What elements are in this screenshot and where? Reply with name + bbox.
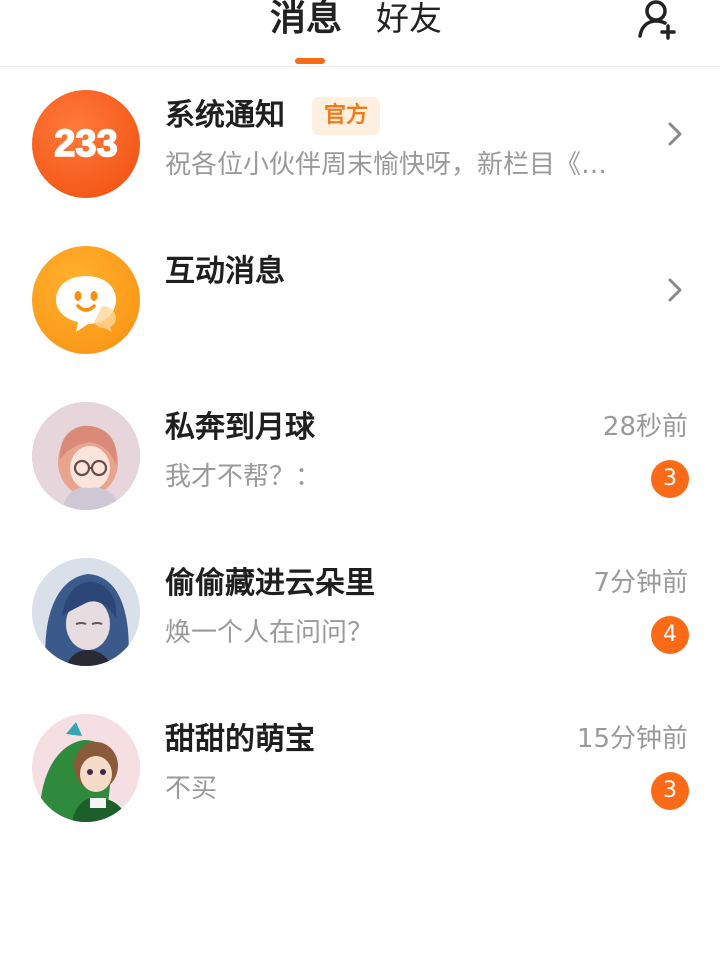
tab-friends[interactable]: 好友 <box>376 0 442 44</box>
avatar <box>32 714 140 822</box>
unread-badge: 3 <box>651 460 689 498</box>
active-tab-indicator <box>295 58 325 64</box>
conversation-row[interactable]: 偷偷藏进云朵里 7分钟前 焕一个人在问问？ 4 <box>0 542 720 682</box>
logo-233-icon: 233 <box>54 122 119 166</box>
conversation-row[interactable]: 私奔到月球 28秒前 我才不帮？： 3 <box>0 386 720 526</box>
anime-girl-green-hood-avatar-icon <box>32 714 140 822</box>
conversation-preview: 祝各位小伙伴周末愉快呀，新栏目《… <box>165 150 608 180</box>
conversation-name: 甜甜的萌宝 <box>165 722 315 757</box>
conversation-name: 系统通知 <box>165 98 285 133</box>
tab-messages[interactable]: 消息 <box>270 0 342 44</box>
conversation-preview: 焕一个人在问问？ <box>165 618 374 648</box>
unread-badge: 4 <box>651 616 689 654</box>
anime-girl-glasses-avatar-icon <box>32 402 140 510</box>
timestamp: 7分钟前 <box>593 568 688 598</box>
unread-badge: 3 <box>651 772 689 810</box>
top-tab-bar: 消息 好友 <box>0 0 720 67</box>
conversation-row[interactable]: 甜甜的萌宝 15分钟前 不买 3 <box>0 698 720 838</box>
avatar <box>32 246 140 354</box>
avatar: 233 <box>32 90 140 198</box>
timestamp: 15分钟前 <box>576 724 688 754</box>
conversation-name: 私奔到月球 <box>165 410 315 445</box>
conversation-interactions[interactable]: 互动消息 <box>0 230 720 370</box>
official-badge: 官方 <box>312 97 381 135</box>
avatar-logo-text: 233 <box>54 123 117 165</box>
avatar <box>32 558 140 666</box>
timestamp: 28秒前 <box>602 412 688 442</box>
conversation-name: 互动消息 <box>165 254 285 289</box>
conversation-name: 偷偷藏进云朵里 <box>165 566 375 601</box>
chevron-right-icon <box>668 122 682 146</box>
avatar <box>32 402 140 510</box>
conversation-system-notice[interactable]: 233 系统通知 官方 祝各位小伙伴周末愉快呀，新栏目《… <box>0 74 720 214</box>
chevron-right-icon <box>668 278 682 302</box>
conversation-preview: 不买 <box>165 774 218 804</box>
add-friend-button[interactable] <box>634 0 682 44</box>
anime-boy-blue-hair-avatar-icon <box>32 558 140 666</box>
conversation-preview: 我才不帮？： <box>165 462 322 492</box>
add-person-icon <box>638 0 676 40</box>
chat-bubble-smile-icon <box>56 276 116 332</box>
